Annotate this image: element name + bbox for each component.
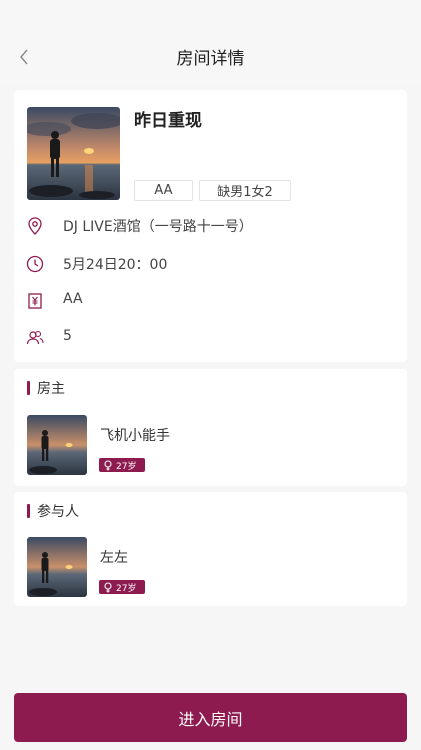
section-accent-bar xyxy=(27,381,30,395)
location-pin-icon xyxy=(28,217,42,235)
people-count: 5 xyxy=(63,328,72,344)
time-row: 5月24日20：00 xyxy=(14,252,407,276)
time-text: 5月24日20：00 xyxy=(63,257,168,273)
navigation-bar: 房间详情 xyxy=(0,0,421,84)
room-name: 昨日重现 xyxy=(134,111,202,131)
yen-receipt-icon xyxy=(28,293,42,309)
section-accent-bar xyxy=(27,504,30,518)
payment-row: AA xyxy=(14,289,407,313)
room-cover-image xyxy=(27,107,120,200)
host-card: 房主 飞机小能手 27岁 xyxy=(14,369,407,486)
female-icon xyxy=(104,581,112,592)
age-text: 27岁 xyxy=(116,583,137,594)
room-tag: AA xyxy=(134,180,193,201)
age-badge: 27岁 xyxy=(99,458,145,472)
female-icon xyxy=(104,459,112,470)
payment-text: AA xyxy=(63,291,83,307)
section-title-host: 房主 xyxy=(27,379,65,397)
enter-room-button[interactable]: 进入房间 xyxy=(14,693,407,742)
section-title-text: 房主 xyxy=(37,381,65,397)
people-row: 5 xyxy=(14,326,407,350)
host-avatar[interactable] xyxy=(27,415,87,475)
clock-icon xyxy=(26,255,44,273)
section-title-text: 参与人 xyxy=(37,504,79,520)
age-badge: 27岁 xyxy=(99,580,145,594)
page-title: 房间详情 xyxy=(176,49,245,69)
room-info-card: 昨日重现 AA 缺男1女2 DJ LIVE酒馆（一号路十一号） 5月24日20：… xyxy=(14,90,407,362)
room-tag: 缺男1女2 xyxy=(199,180,291,201)
participant-name: 左左 xyxy=(100,550,128,566)
participants-card: 参与人 左左 27岁 xyxy=(14,492,407,606)
location-text: DJ LIVE酒馆（一号路十一号） xyxy=(63,219,253,235)
host-name: 飞机小能手 xyxy=(100,428,170,444)
location-row: DJ LIVE酒馆（一号路十一号） xyxy=(14,214,407,238)
participant-avatar[interactable] xyxy=(27,537,87,597)
section-title-participants: 参与人 xyxy=(27,502,79,520)
age-text: 27岁 xyxy=(116,461,137,472)
people-icon xyxy=(26,330,44,345)
